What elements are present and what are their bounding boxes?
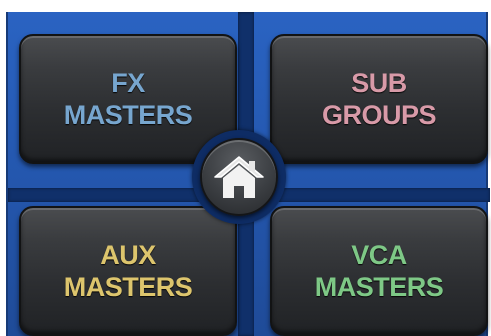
fx-masters-label-line2: MASTERS [63, 100, 193, 130]
aux-masters-label-line1: AUX [100, 240, 156, 270]
screen: FX MASTERS SUB GROUPS AUX MASTERS VCA MA… [0, 0, 491, 336]
sub-groups-label-line2: GROUPS [321, 100, 437, 130]
home-button[interactable] [200, 138, 278, 216]
aux-masters-label-line2: MASTERS [63, 272, 193, 302]
aux-masters-button[interactable]: AUX MASTERS [19, 206, 237, 336]
sub-groups-button[interactable]: SUB GROUPS [270, 34, 488, 164]
vca-masters-label-line1: VCA [351, 240, 407, 270]
vca-masters-label-line2: MASTERS [314, 272, 444, 302]
sub-groups-label-line1: SUB [351, 68, 407, 98]
home-icon [214, 156, 264, 198]
vca-masters-button[interactable]: VCA MASTERS [270, 206, 488, 336]
fx-masters-label-line1: FX [111, 68, 145, 98]
